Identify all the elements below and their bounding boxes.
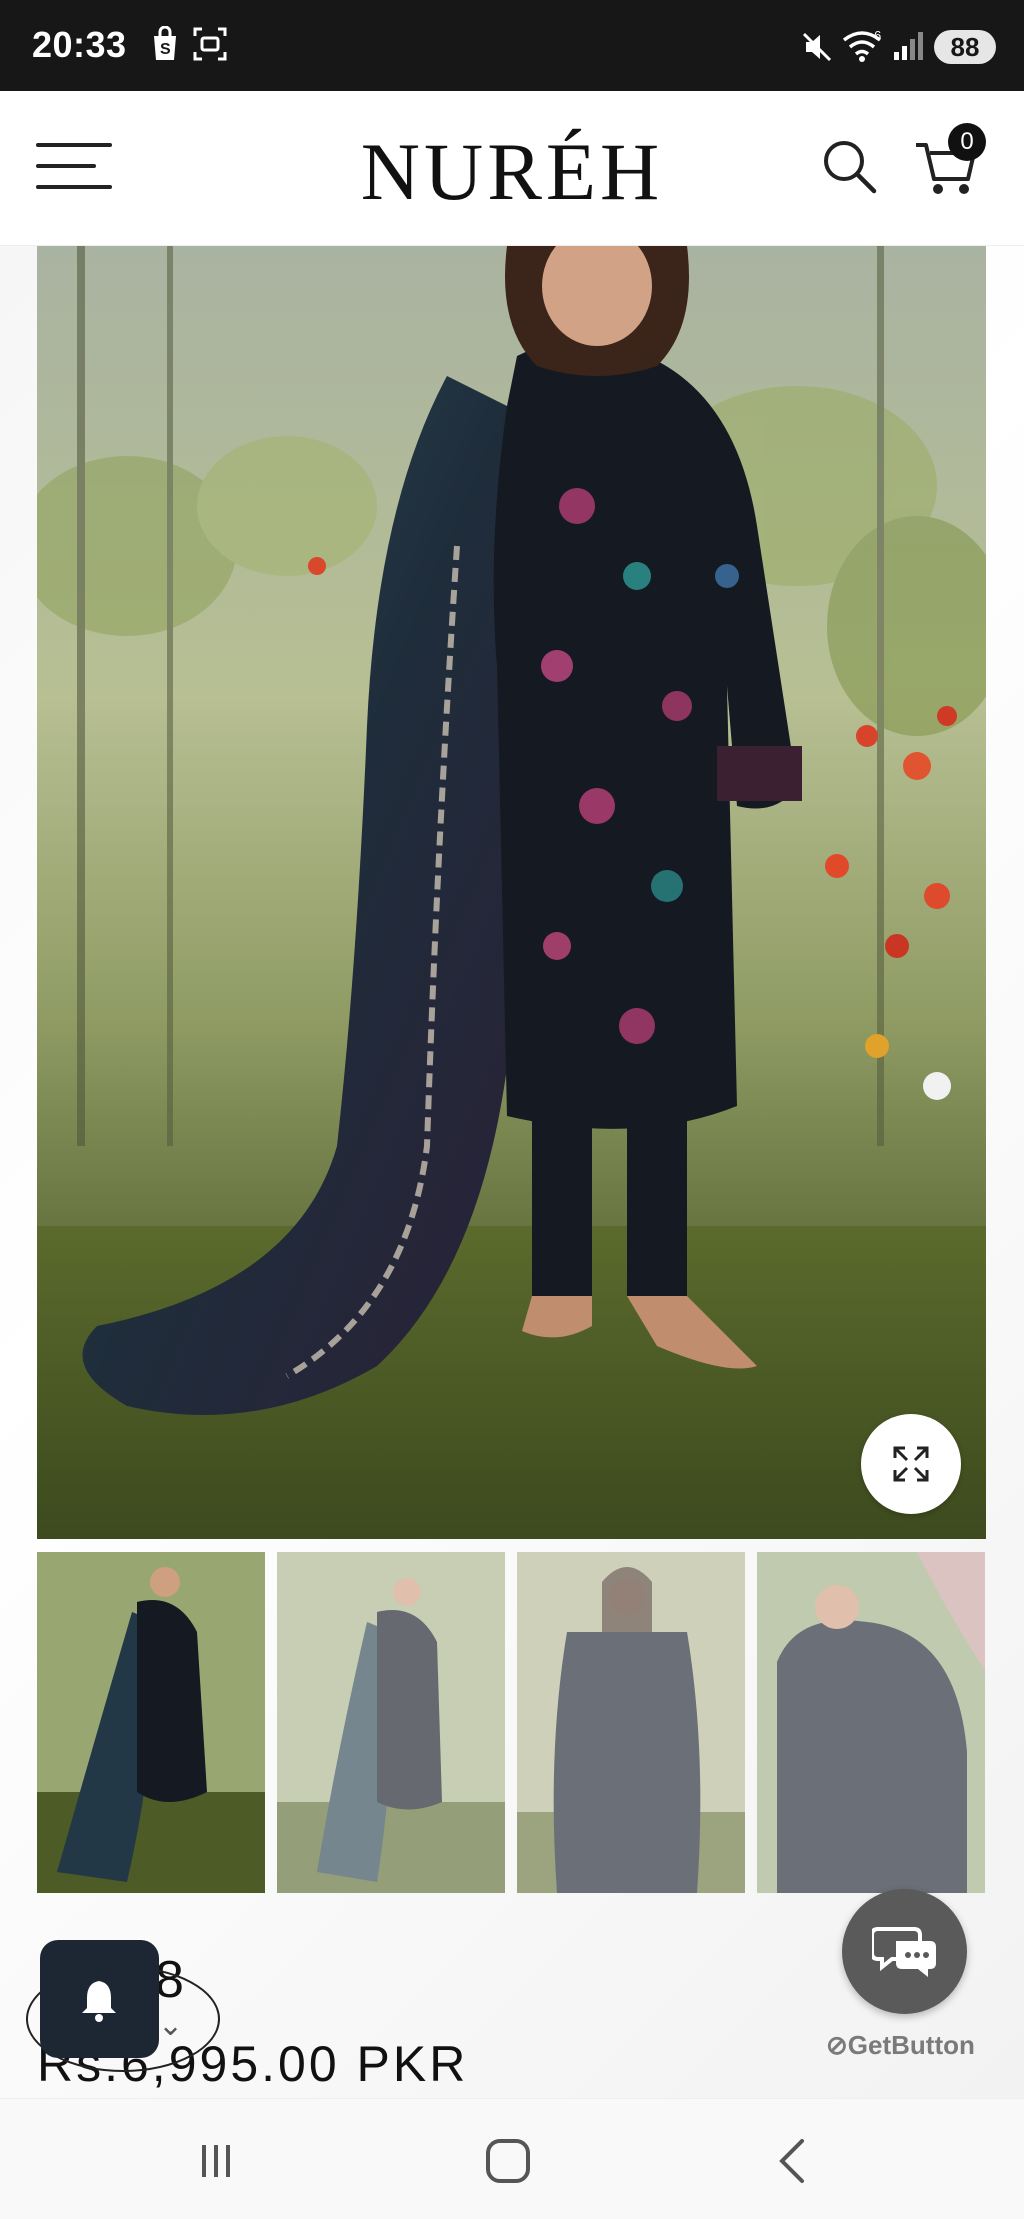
chevron-down-icon: ⌄: [158, 2009, 184, 2042]
zoom-image-button[interactable]: [861, 1414, 961, 1514]
getbutton-link[interactable]: ⊘GetButton: [826, 2030, 975, 2061]
system-navigation-bar: [0, 2098, 1024, 2219]
back-button[interactable]: [764, 2131, 834, 2191]
screenshot-icon: [192, 26, 228, 67]
bell-icon: [82, 1981, 116, 2022]
chat-widget-button[interactable]: [842, 1889, 967, 2014]
thumbnail-2[interactable]: [277, 1552, 505, 1893]
shopping-bag-icon: S: [150, 25, 180, 67]
svg-text:6: 6: [874, 28, 881, 43]
battery-indicator: 88: [934, 30, 996, 64]
search-button[interactable]: [820, 137, 886, 203]
home-icon: [486, 2139, 530, 2183]
recent-apps-icon: [202, 2145, 230, 2177]
home-button[interactable]: [478, 2131, 548, 2191]
thumbnail-1[interactable]: [37, 1552, 265, 1893]
cart-count-badge: 0: [948, 123, 986, 161]
thumbnail-gallery: [37, 1552, 986, 1893]
notification-bell-button[interactable]: [40, 1940, 159, 2058]
wifi-icon: 6: [842, 28, 886, 69]
back-icon: [779, 2139, 804, 2183]
product-main-image[interactable]: [37, 246, 986, 1539]
svg-text:S: S: [160, 41, 171, 58]
getbutton-logo-icon: ⊘: [826, 2030, 848, 2060]
status-time: 20:33: [32, 24, 127, 65]
site-header: NURÉH 0: [0, 91, 1024, 246]
mute-icon: [800, 30, 834, 69]
expand-icon: [893, 1446, 929, 1482]
thumbnail-3[interactable]: [517, 1552, 745, 1893]
signal-icon: [892, 30, 926, 67]
chat-bubbles-icon: [872, 1927, 936, 1977]
recent-apps-button[interactable]: [186, 2131, 256, 2191]
thumbnail-4[interactable]: [757, 1552, 985, 1893]
search-icon: [824, 141, 877, 194]
status-bar: 20:33 S 6 88: [0, 0, 1024, 91]
